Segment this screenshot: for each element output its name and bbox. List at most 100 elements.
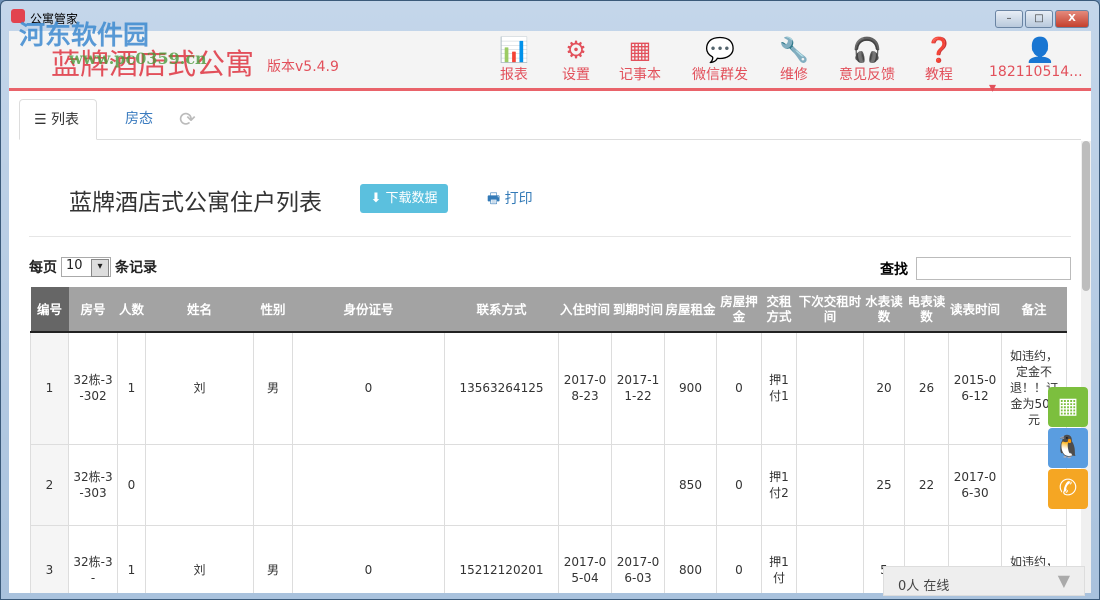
tab-bar: ☰ 列表 房态 ⟳: [19, 99, 1081, 140]
table-cell: 1: [30, 331, 69, 445]
page-title: 蓝牌酒店式公寓住户列表: [69, 190, 322, 216]
column-header[interactable]: 下次交租时间: [796, 287, 864, 333]
column-header[interactable]: 姓名: [145, 287, 254, 333]
table-cell: 2015-06-12: [948, 331, 1002, 445]
column-header[interactable]: 电表读数: [904, 287, 949, 333]
table-row[interactable]: 2 32栋-3-303 0 850 0 押1付2 25 22 2017-06-30: [30, 443, 1067, 526]
nav-label: 182110514... ▾: [989, 64, 1083, 96]
nav-wrench[interactable]: 🔧 维修: [779, 36, 809, 84]
user-icon: 👤: [1025, 36, 1055, 64]
table-cell: [796, 524, 864, 593]
calendar-icon: ▦: [628, 36, 652, 64]
online-count: 0人 在线: [898, 579, 950, 594]
table-cell: [292, 443, 445, 526]
column-header[interactable]: 读表时间: [948, 287, 1002, 333]
table-cell: 刘: [145, 524, 254, 593]
table-cell: 押1付: [761, 524, 797, 593]
table-cell: [611, 443, 665, 526]
table-cell: [558, 443, 612, 526]
search-input[interactable]: [916, 257, 1071, 280]
nav-gear[interactable]: ⚙ 设置: [562, 36, 590, 84]
phone-icon[interactable]: ✆: [1048, 469, 1088, 509]
nav-label: 教程: [924, 67, 953, 83]
qr-code-icon[interactable]: ▦: [1048, 387, 1088, 427]
minimize-button[interactable]: –: [995, 10, 1023, 28]
table-cell: 3: [30, 524, 69, 593]
column-header[interactable]: 身份证号: [292, 287, 445, 333]
table-cell: 男: [253, 524, 293, 593]
table-cell: 22: [904, 443, 949, 526]
watermark-url: www.pc0359.cn: [69, 49, 207, 68]
qq-icon[interactable]: 🐧: [1048, 428, 1088, 468]
table-cell: 2017-08-23: [558, 331, 612, 445]
nav-label: 记事本: [619, 67, 661, 83]
table-cell: 1: [117, 331, 146, 445]
gear-icon: ⚙: [565, 36, 587, 64]
nav-calendar[interactable]: ▦ 记事本: [619, 36, 661, 84]
nav-question[interactable]: ❓ 教程: [924, 36, 954, 84]
bar-chart-icon: 📊: [499, 36, 529, 64]
scrollbar-thumb[interactable]: [1082, 141, 1090, 291]
table-cell: 0: [292, 524, 445, 593]
scrollbar[interactable]: [1081, 141, 1091, 593]
column-header[interactable]: 性别: [253, 287, 293, 333]
nav-wechat[interactable]: 💬 微信群发: [692, 36, 748, 84]
table-row[interactable]: 1 32栋-3-302 1 刘男 0 13563264125 2017-08-23 2017-…: [30, 331, 1067, 445]
table-cell: [444, 443, 559, 526]
table-cell: [253, 443, 293, 526]
table-header-row: 编号 房号 人数 姓名 性别 身份证号 联系方式 入住时间 到期时间 房屋租金 房屋押金 交租方式 下次…: [30, 287, 1067, 333]
column-header[interactable]: 编号: [30, 287, 69, 333]
nav-label: 维修: [779, 67, 808, 83]
nav-headphones[interactable]: 🎧 意见反馈: [839, 36, 895, 84]
table-cell: 0: [716, 443, 762, 526]
table-cell: 2017-06-03: [611, 524, 665, 593]
download-button[interactable]: ⬇ 下载数据: [360, 184, 448, 213]
column-header[interactable]: 房号: [68, 287, 118, 333]
nav-bar-chart[interactable]: 📊 报表: [499, 36, 529, 84]
online-status-bar[interactable]: 0人 在线 ▼: [883, 566, 1085, 596]
table-cell: 0: [716, 524, 762, 593]
nav-label: 报表: [499, 67, 528, 83]
per-page-select[interactable]: 10: [61, 257, 111, 277]
column-header[interactable]: 交租方式: [761, 287, 797, 333]
collapse-arrow-icon[interactable]: ▼: [1058, 571, 1070, 590]
column-header[interactable]: 到期时间: [611, 287, 665, 333]
table-cell: 男: [253, 331, 293, 445]
table-cell: 押1付2: [761, 443, 797, 526]
app-window: 公寓管家 – □ X 蓝牌酒店式公寓 版本v5.4.9 河东软件园 www.pc…: [0, 0, 1100, 600]
per-page-suffix: 条记录: [115, 260, 157, 276]
column-header[interactable]: 水表读数: [863, 287, 905, 333]
column-header[interactable]: 房屋租金: [664, 287, 717, 333]
column-header[interactable]: 人数: [117, 287, 146, 333]
column-header[interactable]: 备注: [1001, 287, 1067, 333]
refresh-icon[interactable]: ⟳: [179, 107, 196, 131]
table-cell: 15212120201: [444, 524, 559, 593]
column-header[interactable]: 联系方式: [444, 287, 559, 333]
nav-label: 意见反馈: [839, 67, 895, 83]
search-label: 查找: [880, 261, 908, 278]
table-cell: 32栋-3-: [68, 524, 118, 593]
table-cell: 20: [863, 331, 905, 445]
title-bar: 公寓管家 – □ X: [1, 1, 1099, 31]
close-button[interactable]: X: [1055, 10, 1089, 28]
table-cell: [145, 443, 254, 526]
table-cell: 2017-05-04: [558, 524, 612, 593]
table-cell: 0: [117, 443, 146, 526]
column-header[interactable]: 房屋押金: [716, 287, 762, 333]
table-cell: 900: [664, 331, 717, 445]
table-cell: 0: [716, 331, 762, 445]
table-cell: 26: [904, 331, 949, 445]
table-cell: 800: [664, 524, 717, 593]
tab-room-status[interactable]: 房态: [111, 99, 167, 140]
question-icon: ❓: [924, 36, 954, 64]
watermark: 河东软件园: [19, 21, 150, 51]
print-button[interactable]: 🖶 打印: [487, 188, 533, 212]
column-header[interactable]: 入住时间: [558, 287, 612, 333]
table-cell: [796, 443, 864, 526]
tab-list[interactable]: ☰ 列表: [19, 99, 97, 140]
nav-user[interactable]: 👤 182110514... ▾: [989, 36, 1091, 96]
divider: [29, 236, 1071, 237]
app-header: 蓝牌酒店式公寓 版本v5.4.9 河东软件园 www.pc0359.cn 📊 报表…: [9, 21, 1091, 96]
headphones-icon: 🎧: [852, 36, 882, 64]
maximize-button[interactable]: □: [1025, 10, 1053, 28]
